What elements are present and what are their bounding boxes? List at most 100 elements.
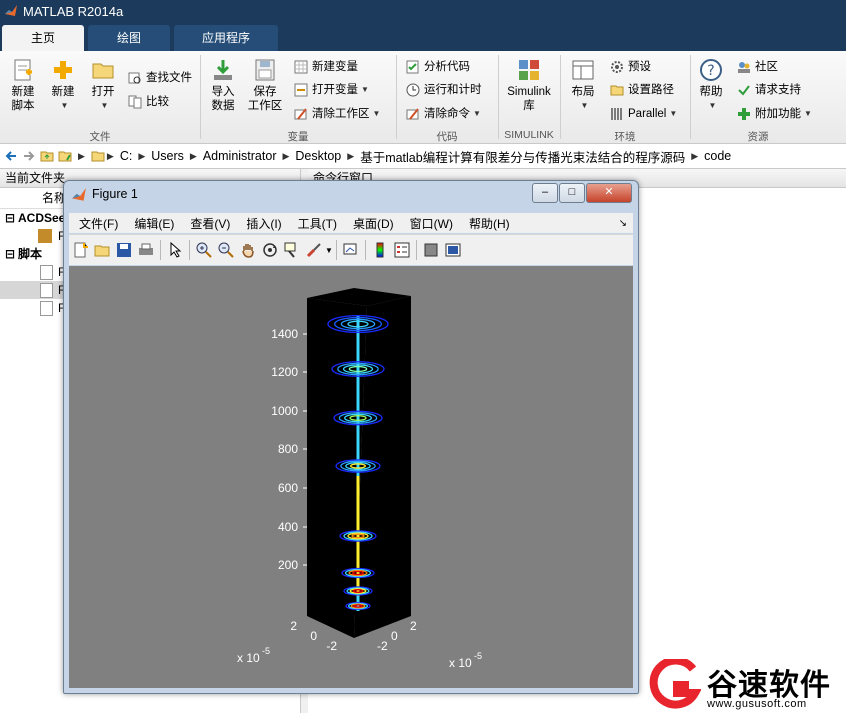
menu-view[interactable]: 查看(V) [190,215,230,232]
import-data-button[interactable]: 导入 数据 [206,58,240,113]
save-icon[interactable] [116,242,132,258]
brush-icon[interactable] [306,242,322,258]
address-separator: ▶ [78,150,85,161]
matlab-logo-icon [5,5,17,16]
maximize-button[interactable]: □ [559,183,585,203]
zoom-out-icon[interactable] [218,242,234,258]
run-and-time-button[interactable]: 运行和计时 [406,81,482,99]
address-separator: ▶ [691,150,699,161]
open-file-icon[interactable] [94,242,110,258]
menu-desktop[interactable]: 桌面(D) [353,215,394,232]
print-icon[interactable] [138,242,154,258]
community-icon [738,62,750,73]
save-workspace-button[interactable]: 保存 工作区 [246,58,284,113]
x-tick-label: 0 [391,629,398,643]
new-dropdown-icon: ▼ [60,101,69,110]
menu-edit[interactable]: 编辑(E) [134,215,174,232]
compare-button[interactable]: 比较 [128,93,169,111]
tab-apps[interactable]: 应用程序 [174,25,278,51]
simulink-label-1: Simulink [507,86,551,98]
request-support-label: 请求支持 [755,84,801,96]
set-path-button[interactable]: 设置路径 [610,81,674,99]
figure-window[interactable]: Figure 1 – □ ✕ 文件(F) 编辑(E) 查看(V) 插入(I) 工… [63,180,639,694]
z-tick-label: 800 [278,442,298,456]
x-multiplier-label: x 10 [449,656,472,670]
data-cursor-icon[interactable] [284,242,300,258]
find-files-button[interactable]: 查找文件 [128,69,192,87]
crumb-code[interactable]: code [704,149,731,163]
new-button[interactable]: 新建 ▼ [46,58,80,113]
clear-commands-icon [406,108,419,120]
import-label-1: 导入 [211,86,235,98]
menu-file[interactable]: 文件(F) [79,215,118,232]
menu-tools[interactable]: 工具(T) [298,215,337,232]
simulink-library-button[interactable]: Simulink 库 [504,58,554,113]
back-arrow-icon[interactable] [4,149,18,163]
clear-workspace-button[interactable]: 清除工作区 ▼ [294,105,380,123]
new-figure-icon[interactable] [72,242,88,258]
image-file-icon [38,229,52,243]
minimize-button[interactable]: – [532,183,558,203]
colorbar-icon[interactable] [372,242,388,258]
figure-axes-area[interactable]: 1400 1200 1000 800 600 400 200 2 0 -2 -2 0 2 x… [69,266,633,688]
hide-plot-tools-icon[interactable] [423,242,439,258]
new-label: 新建 [51,86,75,98]
legend-icon[interactable] [394,242,410,258]
menu-help[interactable]: 帮助(H) [469,215,510,232]
up-folder-icon[interactable] [40,149,54,163]
clear-commands-label: 清除命令 [424,108,470,120]
watermark-logo-icon [649,659,701,709]
new-script-button[interactable]: 新建 脚本 [6,58,40,113]
save-workspace-icon [255,59,275,81]
brush-dropdown-icon[interactable]: ▼ [325,246,333,255]
rotate-3d-icon[interactable] [262,242,278,258]
crumb-users[interactable]: Users [151,149,184,163]
pan-hand-icon[interactable] [240,242,256,258]
help-button[interactable]: ? 帮助 ▼ [695,58,727,113]
open-variable-dropdown-icon: ▼ [361,85,369,94]
close-button[interactable]: ✕ [586,183,632,203]
figure-titlebar[interactable]: Figure 1 – □ ✕ [64,181,638,209]
simulink-label-2: 库 [523,100,535,112]
collapse-icon[interactable]: ⊟ [5,209,15,227]
request-support-button[interactable]: 请求支持 [737,81,801,99]
x-multiplier-right: x 10 -5 [449,651,482,670]
run-time-icon [406,83,420,97]
tab-home[interactable]: 主页 [2,25,84,51]
community-button[interactable]: 社区 [737,58,778,76]
crumb-drive[interactable]: C: [120,149,133,163]
address-separator: ▶ [282,150,290,161]
parallel-button[interactable]: Parallel ▼ [610,105,677,123]
analyze-code-button[interactable]: 分析代码 [406,58,470,76]
dock-arrow-icon[interactable]: ↘ [619,218,627,229]
new-variable-button[interactable]: 新建变量 [294,58,358,76]
preferences-button[interactable]: 预设 [610,58,651,76]
new-script-label-1: 新建 [11,86,35,98]
clear-commands-button[interactable]: 清除命令 ▼ [406,105,481,123]
preferences-label: 预设 [628,61,651,73]
ribbon: 新建 脚本 新建 ▼ 打开 ▼ 查找文件 比较 文件 导入 数据 保存 工作区 … [0,51,846,144]
open-button[interactable]: 打开 ▼ [86,58,120,113]
browse-folder-icon[interactable] [58,149,72,163]
show-plot-tools-icon[interactable] [445,242,461,258]
help-icon: ? [700,59,722,81]
addons-button[interactable]: 附加功能 ▼ [737,105,812,123]
contour3-plot[interactable]: 1400 1200 1000 800 600 400 200 2 0 -2 -2 0 2 x… [69,266,633,688]
tab-plots[interactable]: 绘图 [88,25,170,51]
x-multiplier-exponent: -5 [474,651,482,661]
app-titlebar: MATLAB R2014a [0,0,846,22]
link-plot-icon[interactable] [343,242,359,258]
crumb-desktop[interactable]: Desktop [295,149,341,163]
forward-arrow-icon[interactable] [22,149,36,163]
crumb-administrator[interactable]: Administrator [203,149,277,163]
open-variable-button[interactable]: 打开变量 ▼ [294,81,369,99]
pointer-icon[interactable] [167,242,183,258]
zoom-in-icon[interactable] [196,242,212,258]
collapse-icon[interactable]: ⊟ [5,245,15,263]
layout-button[interactable]: 布局 ▼ [566,58,600,113]
crumb-project[interactable]: 基于matlab编程计算有限差分与传播光束法结合的程序源码 [360,147,685,166]
menu-insert[interactable]: 插入(I) [246,215,281,232]
parallel-label: Parallel [628,108,667,120]
tree-group-label: ACDSee [18,211,66,225]
menu-window[interactable]: 窗口(W) [410,215,453,232]
